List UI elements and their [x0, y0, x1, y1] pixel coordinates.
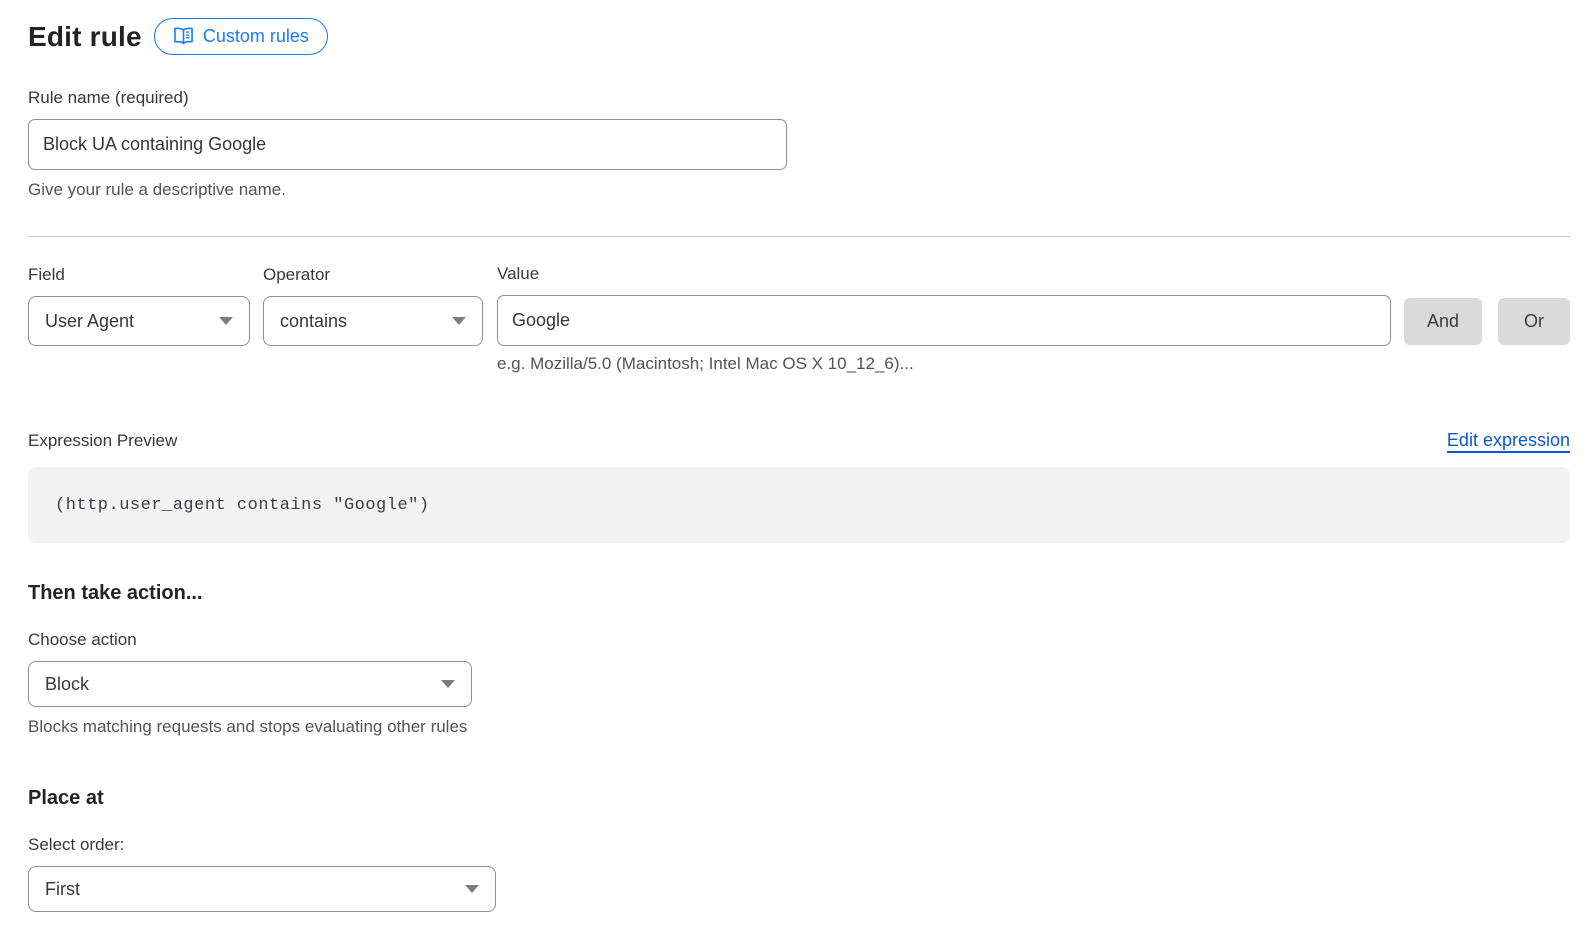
rule-name-label: Rule name (required) [28, 88, 1570, 108]
place-at-heading: Place at [28, 787, 1570, 810]
operator-column: Operator contains [263, 265, 483, 346]
field-label: Field [28, 265, 250, 285]
action-help: Blocks matching requests and stops evalu… [28, 717, 1570, 737]
open-book-icon [173, 27, 194, 46]
order-select[interactable]: First [28, 866, 496, 912]
value-label: Value [497, 264, 1391, 284]
order-select-value: First [45, 879, 80, 900]
action-select[interactable]: Block [28, 661, 472, 707]
chevron-down-icon [441, 680, 455, 688]
expression-preview-label: Expression Preview [28, 431, 177, 451]
chevron-down-icon [452, 317, 466, 325]
condition-row: Field User Agent Operator contains Value… [28, 264, 1570, 346]
rule-name-section: Rule name (required) Give your rule a de… [28, 88, 1570, 200]
value-help-text: e.g. Mozilla/5.0 (Macintosh; Intel Mac O… [497, 354, 1570, 374]
field-select-value: User Agent [45, 311, 134, 332]
expression-preview-header: Expression Preview Edit expression [28, 430, 1570, 451]
chevron-down-icon [465, 885, 479, 893]
field-column: Field User Agent [28, 265, 250, 346]
select-order-label: Select order: [28, 835, 1570, 855]
section-divider [28, 236, 1570, 237]
field-select[interactable]: User Agent [28, 296, 250, 346]
action-heading: Then take action... [28, 582, 1570, 605]
edit-rule-page: Edit rule Custom rules Rule name (requir… [0, 0, 1587, 912]
value-input[interactable] [497, 295, 1391, 346]
operator-select[interactable]: contains [263, 296, 483, 346]
or-button[interactable]: Or [1498, 298, 1570, 345]
and-button[interactable]: And [1404, 298, 1482, 345]
operator-select-value: contains [280, 311, 347, 332]
edit-expression-link[interactable]: Edit expression [1447, 430, 1570, 451]
custom-rules-label: Custom rules [203, 26, 309, 47]
page-title: Edit rule [28, 21, 142, 53]
expression-preview-section: Expression Preview Edit expression (http… [28, 430, 1570, 543]
rule-name-input[interactable] [28, 119, 787, 170]
page-header: Edit rule Custom rules [28, 18, 1570, 55]
chevron-down-icon [219, 317, 233, 325]
value-column: Value [497, 264, 1391, 346]
action-select-value: Block [45, 674, 89, 695]
expression-code: (http.user_agent contains "Google") [55, 496, 430, 515]
choose-action-label: Choose action [28, 630, 1570, 650]
operator-label: Operator [263, 265, 483, 285]
custom-rules-docs-button[interactable]: Custom rules [154, 18, 328, 55]
rule-name-help: Give your rule a descriptive name. [28, 180, 1570, 200]
expression-preview-box: (http.user_agent contains "Google") [28, 467, 1570, 543]
placement-section: Place at Select order: First [28, 787, 1570, 912]
action-section: Then take action... Choose action Block … [28, 582, 1570, 737]
